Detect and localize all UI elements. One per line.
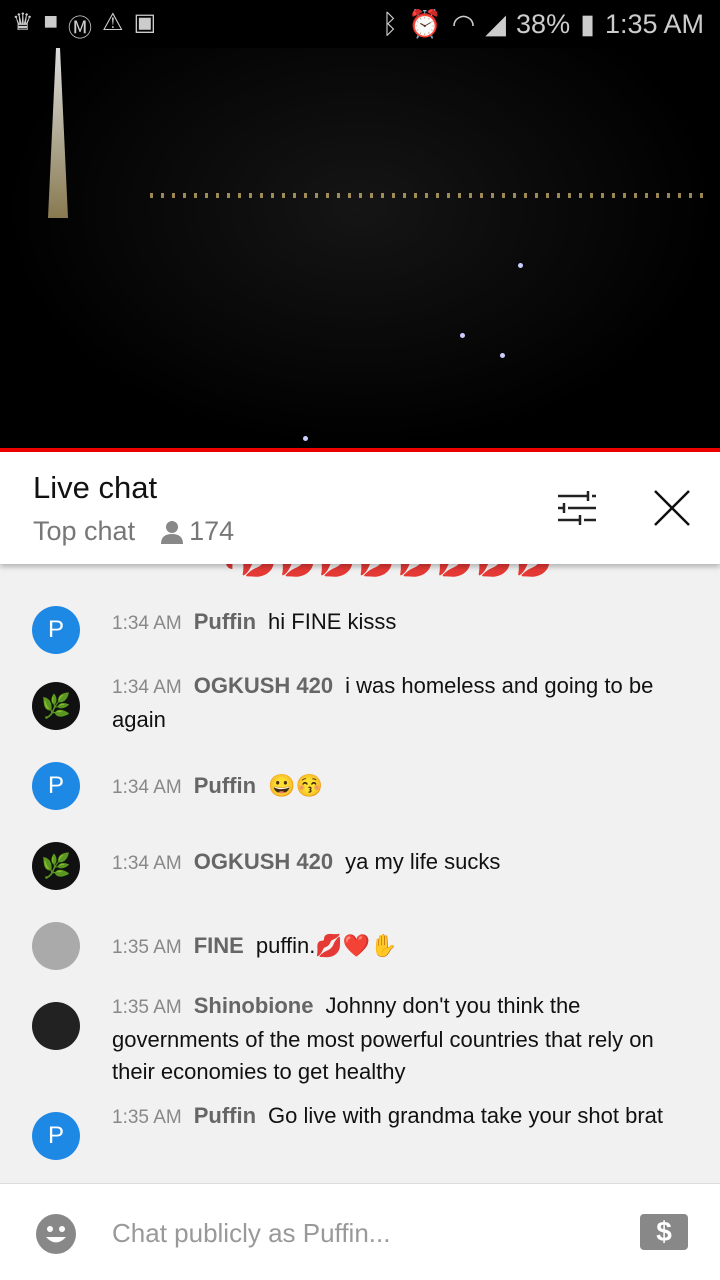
avatar[interactable]: P bbox=[32, 762, 80, 810]
super-chat-button[interactable]: $ bbox=[640, 1214, 688, 1250]
timestamp: 1:34 AM bbox=[112, 613, 182, 634]
bluetooth-icon: ᛒ bbox=[381, 8, 399, 39]
avatar[interactable] bbox=[32, 922, 80, 970]
message-body: 1:35 AM Shinobione Johnny don't you think … bbox=[112, 990, 690, 1088]
avatar[interactable]: P bbox=[32, 1112, 80, 1160]
chat-mode-dropdown[interactable]: Top chat bbox=[33, 516, 135, 547]
dollar-icon: $ bbox=[656, 1216, 672, 1247]
timestamp: 1:35 AM bbox=[112, 937, 182, 958]
chat-title: Live chat bbox=[33, 470, 158, 505]
author-name[interactable]: OGKUSH 420 bbox=[194, 673, 333, 698]
message-text: 😀😚 bbox=[268, 773, 323, 798]
avatar[interactable]: 🌿 bbox=[32, 842, 80, 890]
message-body: 1:35 AM FINE puffin.💋❤️✋ bbox=[112, 930, 690, 964]
chat-input-bar: Chat publicly as Puffin... $ bbox=[0, 1183, 720, 1280]
timestamp: 1:35 AM bbox=[112, 997, 182, 1018]
message-text: puffin.💋❤️✋ bbox=[255, 933, 398, 958]
message-body: 1:34 AM Puffin hi FINE kisss bbox=[112, 606, 690, 640]
battery-percent: 38% bbox=[516, 8, 571, 39]
timestamp: 1:34 AM bbox=[112, 853, 182, 874]
light bbox=[518, 263, 523, 268]
battery-icon: ▮ bbox=[580, 8, 595, 39]
message-body: 1:34 AM Puffin 😀😚 bbox=[112, 770, 690, 804]
author-name[interactable]: Puffin bbox=[194, 609, 256, 634]
image-icon: ▣ bbox=[133, 9, 157, 36]
wifi-icon: ◠ bbox=[451, 8, 476, 39]
clock: 1:35 AM bbox=[604, 8, 704, 39]
light bbox=[303, 436, 308, 441]
avatar[interactable]: 🌿 bbox=[32, 682, 80, 730]
viewer-count-text: 174 bbox=[189, 516, 235, 546]
monument bbox=[48, 48, 68, 218]
avatar[interactable] bbox=[32, 1002, 80, 1050]
message-body: 1:35 AM Puffin Go live with grandma take y… bbox=[112, 1100, 690, 1134]
message-text: ya my life sucks bbox=[345, 849, 501, 874]
timestamp: 1:34 AM bbox=[112, 677, 182, 698]
emoji-button[interactable] bbox=[36, 1214, 76, 1254]
m-app-icon: Ⓜ bbox=[68, 15, 93, 42]
close-button[interactable] bbox=[652, 488, 692, 528]
viewer-count: 174 bbox=[161, 516, 234, 547]
light bbox=[460, 333, 465, 338]
author-name[interactable]: Shinobione bbox=[194, 993, 314, 1018]
alarm-icon: ⏰ bbox=[408, 9, 442, 39]
light bbox=[500, 353, 505, 358]
timestamp: 1:34 AM bbox=[112, 777, 182, 798]
signal-icon: ◢ bbox=[485, 8, 507, 39]
author-name[interactable]: Puffin bbox=[194, 773, 256, 798]
filter-button[interactable] bbox=[556, 488, 596, 528]
video-player[interactable] bbox=[0, 48, 720, 450]
cut-off-emojis: ◖💋💋💋💋💋💋💋💋 bbox=[220, 564, 555, 579]
chat-list[interactable]: ◖💋💋💋💋💋💋💋💋 P 1:34 AMPuffinhi FINE kisss🌿 … bbox=[0, 564, 720, 1184]
sliders-icon bbox=[558, 491, 596, 525]
author-name[interactable]: FINE bbox=[194, 933, 244, 958]
author-name[interactable]: OGKUSH 420 bbox=[194, 849, 333, 874]
close-icon bbox=[654, 490, 690, 526]
crown-icon: ♛ bbox=[12, 9, 34, 36]
message-body: 1:34 AM OGKUSH 420 i was homeless and goin… bbox=[112, 670, 690, 736]
message-text: hi FINE kisss bbox=[268, 609, 397, 634]
city-lights bbox=[150, 193, 710, 198]
avatar[interactable]: P bbox=[32, 606, 80, 654]
author-name[interactable]: Puffin bbox=[194, 1103, 256, 1128]
message-body: 1:34 AM OGKUSH 420 ya my life sucks bbox=[112, 846, 690, 880]
timestamp: 1:35 AM bbox=[112, 1107, 182, 1128]
person-icon bbox=[161, 520, 184, 544]
message-text: Go live with grandma take your shot brat bbox=[268, 1103, 664, 1128]
folder-icon: ■ bbox=[43, 8, 59, 35]
chat-input[interactable]: Chat publicly as Puffin... bbox=[112, 1218, 390, 1249]
status-bar: ♛ ■ Ⓜ ⚠ ▣ ᛒ ⏰ ◠ ◢ 38% ▮ 1:35 AM bbox=[0, 0, 720, 48]
smiley-icon bbox=[46, 1226, 66, 1243]
warning-icon: ⚠ bbox=[102, 9, 124, 36]
chat-header: Live chat Top chat 174 bbox=[0, 452, 720, 564]
